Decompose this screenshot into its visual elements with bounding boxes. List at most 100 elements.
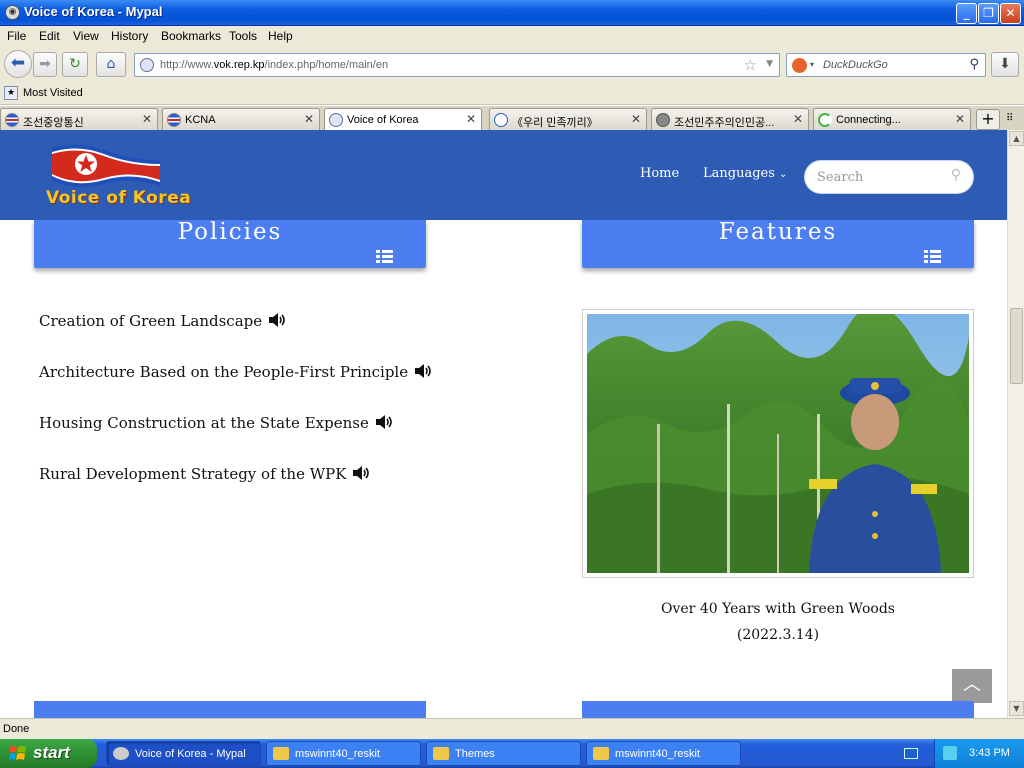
url-dropdown-icon[interactable]: ▼ bbox=[766, 59, 773, 69]
taskbar-item-folder[interactable]: mswinnt40_reskit bbox=[586, 741, 741, 766]
scroll-to-top-button[interactable]: ︿ bbox=[952, 669, 992, 703]
menu-help[interactable]: Help bbox=[268, 29, 293, 43]
mypal-app-icon bbox=[113, 747, 129, 760]
taskbar-item-folder[interactable]: mswinnt40_reskit bbox=[266, 741, 421, 766]
policies-section-header: Policies bbox=[34, 219, 426, 268]
search-bar[interactable]: ▾ DuckDuckGo ⚲ bbox=[786, 53, 986, 77]
tab-favicon-icon bbox=[5, 113, 19, 127]
site-logo[interactable]: Voice of Korea bbox=[44, 138, 191, 210]
maximize-button[interactable]: ❐ bbox=[978, 3, 999, 24]
article-link[interactable]: Rural Development Strategy of the WPK bbox=[39, 465, 370, 483]
tab-strip: 조선중앙통신 ✕ KCNA ✕ Voice of Korea ✕ 《우리 민족끼… bbox=[0, 106, 1024, 131]
site-search-placeholder: Search bbox=[817, 170, 864, 185]
tab-connecting[interactable]: Connecting... ✕ bbox=[813, 108, 971, 130]
speaker-icon[interactable] bbox=[352, 465, 370, 481]
scrollbar-thumb[interactable] bbox=[1010, 308, 1023, 384]
url-prefix: http://www. bbox=[160, 59, 214, 71]
taskbar-item-mypal[interactable]: Voice of Korea - Mypal bbox=[106, 741, 261, 766]
menu-edit[interactable]: Edit bbox=[39, 29, 60, 43]
tab-close-icon[interactable]: ✕ bbox=[631, 112, 641, 126]
bookmark-star-icon[interactable]: ☆ bbox=[744, 56, 757, 74]
article-link[interactable]: Housing Construction at the State Expens… bbox=[39, 414, 393, 432]
tab-label: Connecting... bbox=[836, 114, 901, 126]
section-title: Policies bbox=[177, 219, 283, 245]
new-tab-button[interactable]: + bbox=[976, 109, 1000, 130]
menu-history[interactable]: History bbox=[111, 29, 148, 43]
speaker-icon[interactable] bbox=[268, 312, 286, 328]
tab-kcna[interactable]: KCNA ✕ bbox=[162, 108, 320, 130]
tab-kcna-korean[interactable]: 조선중앙통신 ✕ bbox=[0, 108, 158, 130]
reload-button[interactable]: ↻ bbox=[62, 52, 88, 77]
most-visited-icon: ★ bbox=[4, 86, 18, 100]
taskbar-item-label: mswinnt40_reskit bbox=[295, 748, 380, 760]
article-link[interactable]: Architecture Based on the People-First P… bbox=[39, 363, 432, 381]
site-identity-icon[interactable] bbox=[140, 58, 154, 72]
list-all-tabs-icon[interactable]: ⠿ bbox=[1006, 113, 1013, 124]
tab-uriminzokkiri[interactable]: 《우리 민족끼리》 ✕ bbox=[489, 108, 647, 130]
search-icon[interactable]: ⚲ bbox=[969, 57, 979, 72]
feature-image[interactable] bbox=[582, 309, 974, 578]
feature-caption[interactable]: Over 40 Years with Green Woods bbox=[582, 601, 974, 617]
taskbar-item-label: mswinnt40_reskit bbox=[615, 748, 700, 760]
next-section-header-right bbox=[582, 701, 974, 718]
mypal-app-icon: ◉ bbox=[5, 5, 20, 20]
next-section-header-left bbox=[34, 701, 426, 718]
close-button[interactable]: ✕ bbox=[1000, 3, 1021, 24]
tab-voice-of-korea[interactable]: Voice of Korea ✕ bbox=[324, 108, 482, 131]
logo-text: Voice of Korea bbox=[46, 188, 192, 208]
minimize-button[interactable]: _ bbox=[956, 3, 977, 24]
menu-tools[interactable]: Tools bbox=[229, 29, 257, 43]
nav-home-link[interactable]: Home bbox=[640, 166, 679, 181]
folder-icon bbox=[273, 747, 289, 760]
url-bar[interactable]: http://www.vok.rep.kp/index.php/home/mai… bbox=[134, 53, 780, 77]
vertical-scrollbar[interactable]: ▲ ▼ bbox=[1007, 130, 1024, 718]
tab-close-icon[interactable]: ✕ bbox=[142, 112, 152, 126]
tab-close-icon[interactable]: ✕ bbox=[793, 112, 803, 126]
globe-icon bbox=[656, 113, 670, 127]
most-visited-bookmark[interactable]: Most Visited bbox=[23, 87, 83, 99]
forward-button[interactable]: ➡ bbox=[33, 52, 57, 77]
speaker-icon[interactable] bbox=[414, 363, 432, 379]
tray-app-icon[interactable] bbox=[943, 746, 957, 760]
speaker-icon[interactable] bbox=[375, 414, 393, 430]
menu-file[interactable]: File bbox=[7, 29, 26, 43]
taskbar-item-label: Voice of Korea - Mypal bbox=[135, 748, 246, 760]
list-icon[interactable] bbox=[924, 250, 941, 263]
article-link[interactable]: Creation of Green Landscape bbox=[39, 312, 286, 330]
nav-languages-label: Languages bbox=[703, 166, 775, 181]
article-title: Creation of Green Landscape bbox=[39, 312, 263, 330]
search-icon[interactable]: ⚲ bbox=[951, 167, 961, 183]
tab-favicon-icon bbox=[494, 113, 508, 127]
forward-arrow-icon: ➡ bbox=[39, 56, 51, 72]
clock[interactable]: 3:43 PM bbox=[969, 747, 1010, 759]
downloads-button[interactable]: ⬇ bbox=[991, 52, 1019, 77]
window-title: Voice of Korea - Mypal bbox=[24, 4, 163, 19]
start-button[interactable]: start bbox=[0, 739, 97, 768]
home-button[interactable]: ⌂ bbox=[96, 52, 126, 77]
tab-label: Voice of Korea bbox=[347, 114, 419, 126]
menu-view[interactable]: View bbox=[73, 29, 99, 43]
site-search-input[interactable]: Search ⚲ bbox=[804, 160, 974, 194]
tab-close-icon[interactable]: ✕ bbox=[955, 112, 965, 126]
scroll-down-arrow-icon[interactable]: ▼ bbox=[1009, 701, 1024, 716]
taskbar: start Voice of Korea - Mypal mswinnt40_r… bbox=[0, 739, 1024, 768]
nav-languages-link[interactable]: Languages ⌄ bbox=[703, 166, 787, 181]
section-title: Features bbox=[718, 219, 838, 245]
back-button[interactable]: ⬅ bbox=[4, 50, 32, 78]
duckduckgo-engine-icon[interactable] bbox=[792, 58, 807, 73]
tab-close-icon[interactable]: ✕ bbox=[304, 112, 314, 126]
tab-close-icon[interactable]: ✕ bbox=[466, 112, 476, 126]
tab-favicon-icon bbox=[329, 113, 343, 127]
keyboard-icon[interactable] bbox=[904, 748, 918, 759]
forest-photo bbox=[587, 314, 969, 573]
search-placeholder: DuckDuckGo bbox=[823, 59, 888, 71]
engine-dropdown-icon[interactable]: ▾ bbox=[810, 60, 814, 69]
tab-dprk-portal[interactable]: 조선민주주의인민공... ✕ bbox=[651, 108, 809, 130]
url-domain: vok.rep.kp bbox=[213, 59, 265, 71]
taskbar-item-folder[interactable]: Themes bbox=[426, 741, 581, 766]
list-icon[interactable] bbox=[376, 250, 393, 263]
menu-bookmarks[interactable]: Bookmarks bbox=[161, 29, 221, 43]
scroll-up-arrow-icon[interactable]: ▲ bbox=[1009, 131, 1024, 146]
feature-date: (2022.3.14) bbox=[736, 627, 820, 643]
tab-label: 조선민주주의인민공... bbox=[674, 117, 775, 129]
